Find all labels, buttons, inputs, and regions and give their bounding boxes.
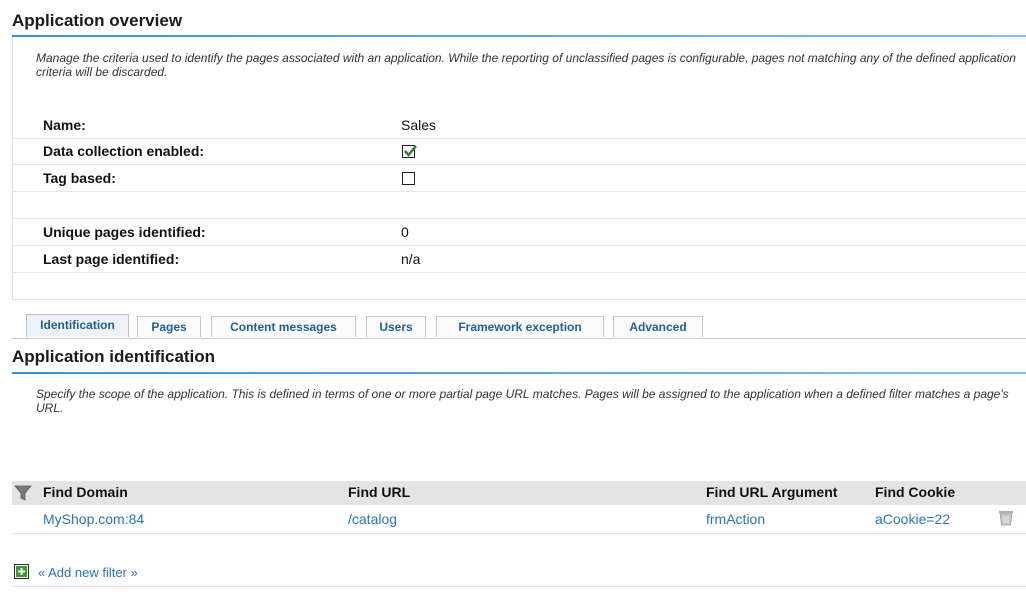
tab-users[interactable]: Users — [366, 316, 426, 337]
spacer-row-2 — [12, 274, 1026, 300]
cell-find-url[interactable]: /catalog — [348, 511, 397, 527]
tab-identification[interactable]: Identification — [26, 314, 129, 337]
table-row: MyShop.com:84 /catalog frmAction aCookie… — [12, 505, 1026, 534]
unique-pages-value: 0 — [401, 224, 409, 240]
filter-table-header: Find Domain Find URL Find URL Argument F… — [12, 481, 1026, 505]
tag-based-label: Tag based: — [43, 170, 116, 186]
header-find-url-argument[interactable]: Find URL Argument — [706, 484, 837, 500]
identification-description: Specify the scope of the application. Th… — [36, 387, 1009, 415]
add-icon[interactable] — [14, 564, 29, 579]
add-filter-row: « Add new filter » — [12, 560, 1026, 587]
tab-framework-exception[interactable]: Framework exception — [436, 316, 604, 337]
cell-find-domain[interactable]: MyShop.com:84 — [43, 511, 144, 527]
tag-based-checkbox[interactable] — [402, 172, 415, 185]
cell-find-cookie[interactable]: aCookie=22 — [875, 511, 950, 527]
header-find-url[interactable]: Find URL — [348, 484, 410, 500]
title-divider — [12, 35, 1026, 37]
header-find-cookie[interactable]: Find Cookie — [875, 484, 955, 500]
tab-content-messages[interactable]: Content messages — [211, 316, 356, 337]
checkmark-icon — [404, 145, 417, 157]
add-new-filter-link[interactable]: « Add new filter » — [38, 565, 138, 580]
tab-bar-border — [12, 338, 1026, 339]
last-page-label: Last page identified: — [43, 251, 180, 267]
filter-icon[interactable] — [14, 484, 32, 502]
last-page-value: n/a — [401, 251, 421, 267]
header-find-domain[interactable]: Find Domain — [43, 484, 128, 500]
section-title: Application identification — [12, 347, 216, 366]
tab-pages[interactable]: Pages — [137, 316, 201, 337]
name-value: Sales — [401, 117, 437, 133]
tab-advanced[interactable]: Advanced — [613, 316, 703, 337]
page-title: Application overview — [12, 11, 183, 30]
delete-icon[interactable] — [998, 509, 1014, 527]
cell-find-url-argument[interactable]: frmAction — [706, 511, 765, 527]
spacer-row — [12, 193, 1026, 219]
unique-pages-row: Unique pages identified: 0 — [12, 220, 1026, 246]
tag-based-row: Tag based: — [12, 166, 1026, 192]
overview-description: Manage the criteria used to identify the… — [36, 51, 1016, 79]
section-divider — [12, 372, 1026, 374]
data-collection-checkbox[interactable] — [402, 145, 417, 158]
name-row: Name: Sales — [12, 113, 1026, 139]
name-label: Name: — [43, 117, 86, 133]
data-collection-label: Data collection enabled: — [43, 143, 205, 159]
last-page-row: Last page identified: n/a — [12, 247, 1026, 273]
unique-pages-label: Unique pages identified: — [43, 224, 206, 240]
data-collection-row: Data collection enabled: — [12, 139, 1026, 165]
